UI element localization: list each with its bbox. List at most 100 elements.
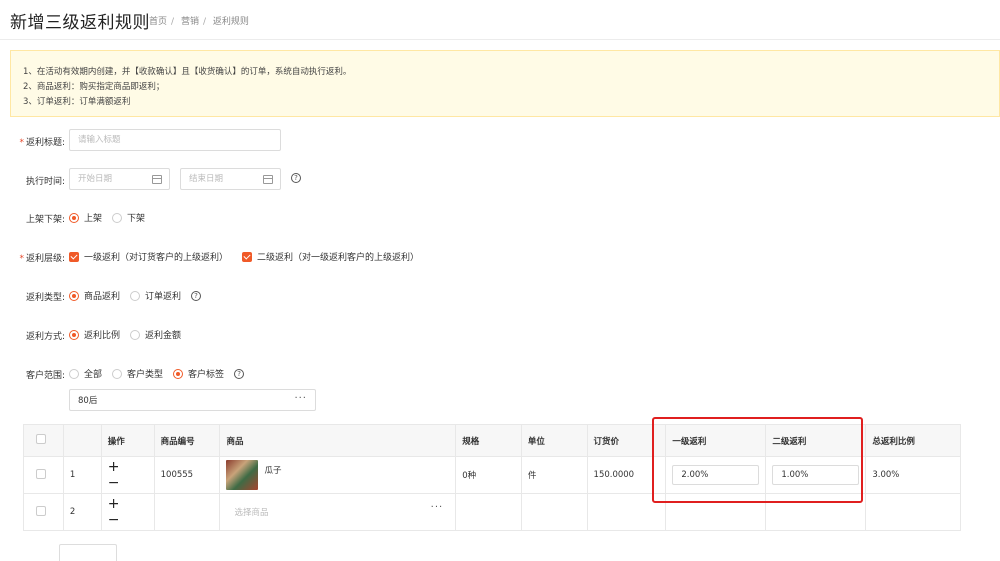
checkbox-label: 二级返利（对一级返利客户的上级返利） [257,253,420,263]
row-actions: +− [100,493,155,531]
title-field[interactable] [69,129,281,151]
time-label: 执行时间: [25,177,65,187]
row-index: 1 [62,456,102,494]
table-header: 商品 [219,424,457,457]
type-radio-group: 商品返利 订单返利 ? [69,289,202,302]
start-date-field[interactable] [69,168,170,190]
table-header: 商品编号 [153,424,221,457]
radio-ratio[interactable]: 返利比例 [69,328,120,341]
level1-cell [665,493,767,531]
product-spec: 0种 [455,456,522,494]
product-unit [520,493,588,531]
notice-line: 2、商品返利：购买指定商品即返利； [23,82,165,92]
end-date-field[interactable] [180,168,281,190]
product-name: 瓜子 [264,466,282,476]
level-checkbox-group: 一级返利（对订货客户的上级返利） 二级返利（对一级返利客户的上级返利） [69,250,429,263]
scope-label: 客户范围: [25,371,65,381]
breadcrumb-marketing[interactable]: 营销 [181,17,199,27]
product-code [153,493,221,531]
level2-cell [765,493,867,531]
help-icon[interactable]: ? [191,290,202,301]
product-spec [455,493,522,531]
product-price: 150.0000 [586,456,667,494]
checkbox-checked-icon [242,251,253,262]
minus-icon[interactable]: − [108,475,120,491]
calendar-icon [152,175,162,184]
breadcrumb-current: 返利规则 [212,17,249,27]
radio-label: 全部 [84,370,103,380]
table-header: 操作 [100,424,155,457]
radio-on-shelf[interactable]: 上架 [69,211,102,224]
radio-label: 返利比例 [84,331,121,341]
shelf-label: 上架下架: [25,215,65,225]
help-icon[interactable]: ? [234,368,245,379]
radio-off-shelf[interactable]: 下架 [112,211,145,224]
total-rebate: 3.00% [865,456,961,494]
radio-label: 返利金额 [145,331,182,341]
checkbox-level2[interactable]: 二级返利（对一级返利客户的上级返利） [242,250,419,263]
tag-input[interactable] [70,390,315,410]
radio-customer-tag[interactable]: 客户标签 [173,367,224,380]
radio-label: 商品返利 [84,292,121,302]
radio-checked-icon [69,212,79,223]
minus-icon[interactable]: − [108,512,120,528]
radio-amount[interactable]: 返利金额 [130,328,181,341]
table-header-row: 操作 商品编号 商品 规格 单位 订货价 一级返利 二级返利 总返利比例 [23,424,961,457]
radio-customer-type[interactable]: 客户类型 [112,367,163,380]
level1-cell: 2.00% [665,456,767,494]
calendar-icon [263,175,273,184]
row-index: 2 [62,493,102,531]
title-input[interactable] [70,130,280,150]
checkbox-level1[interactable]: 一级返利（对订货客户的上级返利） [69,250,228,263]
breadcrumb-separator: / [171,17,175,27]
radio-unchecked-icon [130,290,141,301]
partial-button[interactable] [59,544,117,561]
type-label: 返利类型: [25,293,65,303]
mode-radio-group: 返利比例 返利金额 [69,328,191,341]
radio-product-rebate[interactable]: 商品返利 [69,289,120,302]
breadcrumb-separator: / [202,17,206,27]
level1-rebate-input[interactable]: 2.00% [672,465,760,485]
radio-all[interactable]: 全部 [69,367,102,380]
more-dots-icon[interactable]: ··· [431,502,444,513]
plus-icon[interactable]: + [108,459,120,475]
checkbox-unchecked-icon[interactable] [35,505,46,516]
level2-rebate-input[interactable]: 1.00% [772,465,860,485]
table-row: 2 +− 选择商品 ··· [23,493,961,531]
scope-radio-group: 全部 客户类型 客户标签 ? [69,367,245,380]
notice-box: 1、在活动有效期内创建，并【收款确认】且【收货确认】的订单，系统自动执行返利。 … [10,50,1000,117]
radio-unchecked-icon [130,329,141,340]
tag-selector[interactable]: ··· [69,389,316,411]
notice-line: 3、订单返利：订单满额返利 [23,97,131,107]
checkbox-unchecked-icon[interactable] [35,468,46,479]
radio-checked-icon [69,290,79,301]
plus-icon[interactable]: + [108,496,120,512]
total-rebate [865,493,961,531]
radio-checked-icon [69,329,79,340]
page-title: 新增三级返利规则 [10,13,150,33]
radio-label: 上架 [84,214,103,224]
row-select[interactable] [23,456,64,494]
product-unit: 件 [520,456,588,494]
mode-label: 返利方式: [25,332,65,342]
product-selector[interactable]: 选择商品 ··· [219,493,457,531]
header-select-all[interactable] [23,424,64,457]
level-label: * 返利层级: [19,254,65,264]
product-thumbnail [226,460,259,490]
breadcrumb-home[interactable]: 首页 [149,17,167,27]
help-icon[interactable]: ? [291,173,301,183]
notice-line: 1、在活动有效期内创建，并【收款确认】且【收货确认】的订单，系统自动执行返利。 [23,67,352,77]
radio-label: 客户标签 [188,370,225,380]
radio-unchecked-icon [112,212,123,223]
checkbox-unchecked-icon[interactable] [35,434,46,444]
table-header: 一级返利 [665,424,767,457]
select-product-placeholder: 选择商品 [234,508,269,518]
more-dots-icon[interactable]: ··· [294,393,307,404]
table-header: 总返利比例 [865,424,961,457]
shelf-radio-group: 上架 下架 [69,211,155,224]
row-select[interactable] [23,493,64,531]
radio-order-rebate[interactable]: 订单返利 [130,289,181,302]
level2-cell: 1.00% [765,456,867,494]
radio-label: 订单返利 [145,292,182,302]
table-header: 二级返利 [765,424,867,457]
